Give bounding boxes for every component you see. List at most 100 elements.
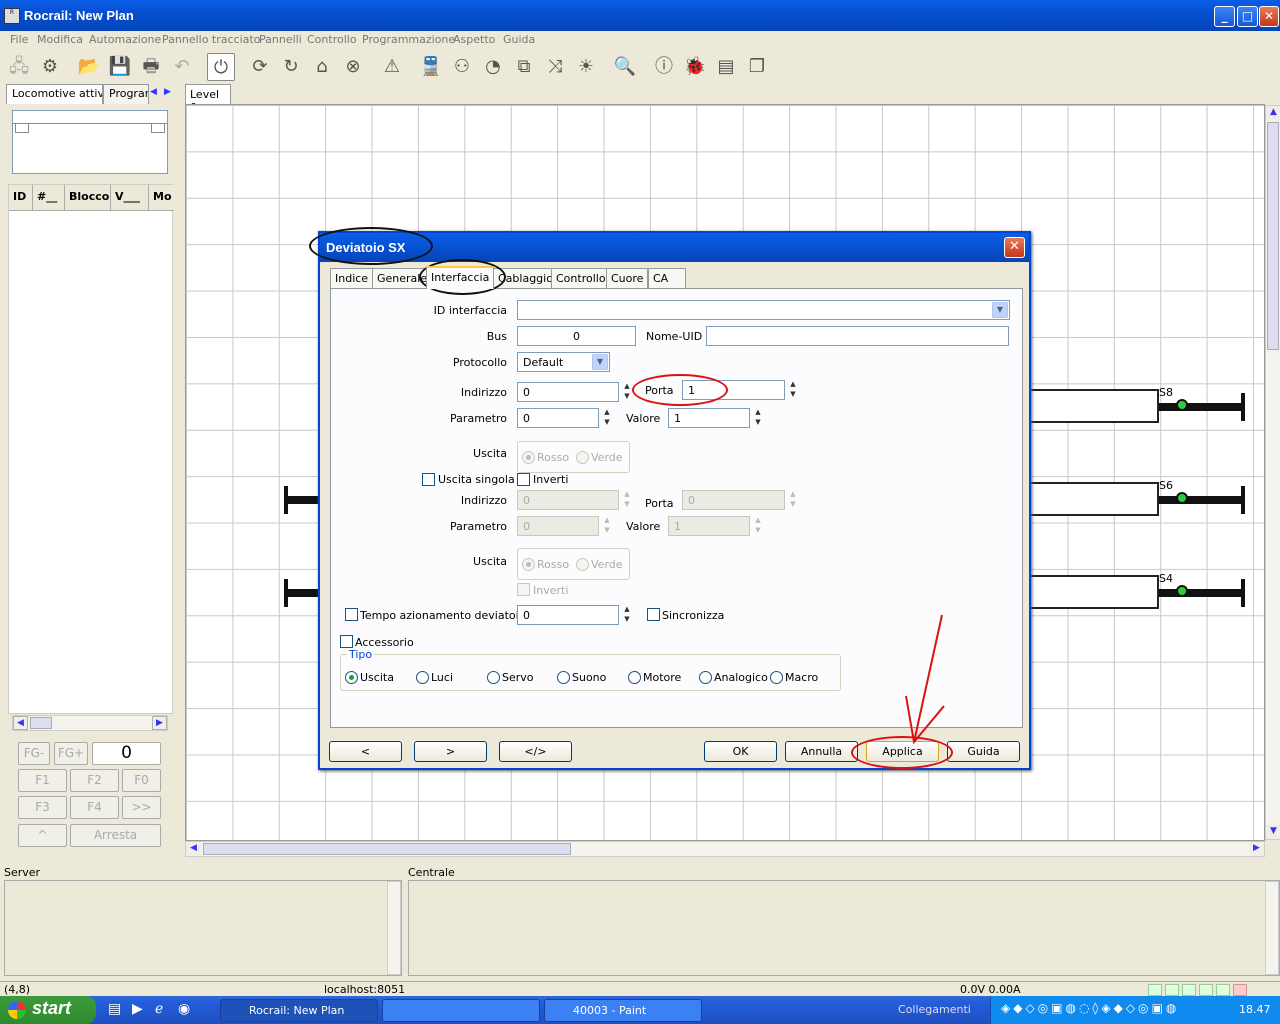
scroll-thumb[interactable] bbox=[203, 843, 571, 855]
plan-vscroll[interactable]: ▲ ▼ bbox=[1265, 105, 1280, 840]
scroll-right-icon[interactable]: ▶ bbox=[152, 716, 167, 730]
indirizzo2-field[interactable]: 0 bbox=[517, 490, 619, 510]
tab-level-0[interactable]: Level 0 bbox=[185, 84, 231, 114]
fg-minus-button[interactable]: FG- bbox=[18, 742, 50, 765]
valore2-field[interactable]: 1 bbox=[668, 516, 750, 536]
sincronizza-checkbox[interactable] bbox=[647, 608, 660, 621]
scroll-down-icon[interactable]: ▼ bbox=[1266, 825, 1280, 839]
search-icon[interactable]: 🔍 bbox=[611, 53, 639, 81]
indirizzo2-stepper[interactable]: ▲ ▼ bbox=[621, 490, 633, 510]
tab-programmazione[interactable]: Program bbox=[103, 84, 149, 104]
links-toolbar[interactable]: Collegamenti bbox=[898, 1003, 971, 1016]
save-icon[interactable]: 💾 bbox=[106, 53, 134, 81]
chevron-down-icon[interactable]: ▼ bbox=[592, 354, 608, 370]
direction-button[interactable]: ^ bbox=[18, 824, 67, 847]
col-mode[interactable]: Mo bbox=[149, 185, 174, 210]
stop-circle-icon[interactable]: ⊗ bbox=[339, 53, 367, 81]
tempo-checkbox[interactable] bbox=[345, 608, 358, 621]
routes-icon[interactable]: ⧉ bbox=[510, 53, 538, 81]
inverti-checkbox[interactable] bbox=[517, 473, 530, 486]
scroll-left-icon[interactable]: ◀ bbox=[186, 842, 201, 856]
settings-icon[interactable]: ⚙ bbox=[36, 53, 64, 81]
valore-field[interactable]: 1 bbox=[668, 408, 750, 428]
rotate-icon[interactable]: ↻ bbox=[277, 53, 305, 81]
ok-button[interactable]: OK bbox=[704, 741, 777, 762]
dialog-close-button[interactable]: ✕ bbox=[1004, 237, 1025, 258]
tab-locomotive-attive[interactable]: Locomotive attive bbox=[6, 84, 103, 104]
server-log-vscroll[interactable] bbox=[387, 881, 401, 975]
sync-icon[interactable]: ⟳ bbox=[246, 53, 274, 81]
tab-indice[interactable]: Indice bbox=[330, 268, 374, 288]
tab-cuore[interactable]: Cuore bbox=[606, 268, 649, 288]
undo-icon[interactable]: ↶ bbox=[168, 53, 196, 81]
porta-field[interactable]: 1 bbox=[682, 380, 785, 400]
shuffle-icon[interactable]: ⤨ bbox=[541, 53, 569, 81]
power-icon[interactable]: ⏻ bbox=[207, 53, 235, 81]
inverti2-checkbox[interactable] bbox=[517, 583, 530, 596]
tipo-motore-radio[interactable] bbox=[628, 671, 641, 684]
indirizzo-stepper[interactable]: ▲ ▼ bbox=[621, 382, 633, 402]
f2-button[interactable]: F2 bbox=[70, 769, 119, 792]
document-icon[interactable]: ▤ bbox=[712, 53, 740, 81]
tab-controllo[interactable]: Controllo bbox=[551, 268, 611, 288]
menu-controllo[interactable]: Controllo bbox=[307, 33, 357, 46]
open-icon[interactable]: 📂 bbox=[75, 53, 103, 81]
nome-uid-field[interactable] bbox=[706, 326, 1009, 346]
xml-button[interactable]: </> bbox=[499, 741, 572, 762]
quicklaunch-explorer-icon[interactable]: ▤ bbox=[108, 1001, 121, 1017]
verde2-radio[interactable] bbox=[576, 558, 589, 571]
signal-green-icon[interactable] bbox=[1176, 585, 1188, 597]
menu-pannelli[interactable]: Pannelli bbox=[259, 33, 302, 46]
id-interfaccia-select[interactable] bbox=[517, 300, 1010, 320]
signal-green-icon[interactable] bbox=[1176, 399, 1188, 411]
scroll-thumb[interactable] bbox=[30, 717, 52, 729]
menu-programmazione[interactable]: Programmazione bbox=[362, 33, 455, 46]
prev-button[interactable]: < bbox=[329, 741, 402, 762]
bug-icon[interactable]: 🐞 bbox=[681, 53, 709, 81]
tab-ca[interactable]: CA bbox=[648, 268, 686, 288]
print-icon[interactable]: 🖶 bbox=[137, 53, 165, 81]
bus-field[interactable]: 0 bbox=[517, 326, 636, 346]
tipo-servo-radio[interactable] bbox=[487, 671, 500, 684]
scroll-thumb[interactable] bbox=[1267, 122, 1279, 350]
tipo-macro-radio[interactable] bbox=[770, 671, 783, 684]
close-button[interactable]: ✕ bbox=[1259, 6, 1279, 27]
connect-icon[interactable]: 🖧 bbox=[5, 53, 33, 81]
parametro2-field[interactable]: 0 bbox=[517, 516, 599, 536]
light-icon[interactable]: ☀ bbox=[572, 53, 600, 81]
tipo-suono-radio[interactable] bbox=[557, 671, 570, 684]
tipo-uscita-radio[interactable] bbox=[345, 671, 358, 684]
server-log[interactable] bbox=[4, 880, 402, 976]
speedometer-icon[interactable]: ◔ bbox=[479, 53, 507, 81]
loco-table-hscroll[interactable]: ◀ ▶ bbox=[12, 715, 168, 731]
track-block[interactable] bbox=[1029, 482, 1159, 516]
centrale-log-vscroll[interactable] bbox=[1265, 881, 1279, 975]
scroll-right-icon[interactable]: ▶ bbox=[1249, 842, 1264, 856]
minimize-button[interactable]: _ bbox=[1214, 6, 1235, 27]
porta-stepper[interactable]: ▲ ▼ bbox=[787, 380, 799, 400]
menu-guida[interactable]: Guida bbox=[503, 33, 535, 46]
quicklaunch-media-icon[interactable]: ▶ bbox=[132, 1001, 143, 1017]
rosso2-radio[interactable] bbox=[522, 558, 535, 571]
valore2-stepper[interactable]: ▲ ▼ bbox=[752, 516, 764, 536]
track-block[interactable] bbox=[1029, 389, 1159, 423]
uscita-singola-checkbox[interactable] bbox=[422, 473, 435, 486]
parametro-stepper[interactable]: ▲ ▼ bbox=[601, 408, 613, 428]
menu-automazione[interactable]: Automazione bbox=[89, 33, 161, 46]
quicklaunch-chrome-icon[interactable]: ◉ bbox=[178, 1001, 190, 1017]
f1-button[interactable]: F1 bbox=[18, 769, 67, 792]
porta2-stepper[interactable]: ▲ ▼ bbox=[787, 490, 799, 510]
tab-generale[interactable]: Generale bbox=[372, 268, 433, 288]
tab-scroll-right-icon[interactable]: ▶ bbox=[160, 86, 175, 100]
warning-icon[interactable]: ⚠ bbox=[378, 53, 406, 81]
quicklaunch-ie-icon[interactable]: ℯ bbox=[155, 1001, 163, 1017]
track-block[interactable] bbox=[1029, 575, 1159, 609]
tempo-field[interactable]: 0 bbox=[517, 605, 619, 625]
col-blocco[interactable]: Blocco bbox=[65, 185, 111, 210]
tab-interfaccia[interactable]: Interfaccia bbox=[426, 266, 495, 289]
porta2-field[interactable]: 0 bbox=[682, 490, 785, 510]
annulla-button[interactable]: Annulla bbox=[785, 741, 858, 762]
tab-scroll-left-icon[interactable]: ◀ bbox=[146, 86, 161, 100]
parametro2-stepper[interactable]: ▲ ▼ bbox=[601, 516, 613, 536]
tipo-luci-radio[interactable] bbox=[416, 671, 429, 684]
